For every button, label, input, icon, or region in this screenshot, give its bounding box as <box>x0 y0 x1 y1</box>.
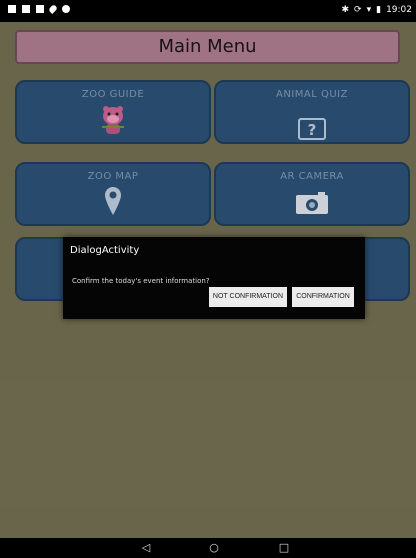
navigation-bar: ◁ ○ □ <box>0 538 416 558</box>
bluetooth-icon: ✱ <box>341 5 350 15</box>
wifi-icon: ▾ <box>366 5 372 15</box>
status-bar: ✱ ⟳ ▾ ▮ 19:02 <box>0 0 416 22</box>
recents-icon[interactable]: □ <box>278 542 290 554</box>
home-icon[interactable]: ○ <box>208 542 220 554</box>
notification-icon <box>8 5 16 13</box>
not-confirmation-button[interactable]: NOT CONFIRMATION <box>209 287 287 307</box>
dialog-message: Confirm the today's event information? <box>72 277 210 285</box>
image-icon <box>22 5 30 13</box>
sim-icon <box>36 5 44 13</box>
confirmation-button[interactable]: CONFIRMATION <box>292 287 354 307</box>
sync-icon: ⟳ <box>354 5 362 15</box>
back-icon[interactable]: ◁ <box>140 542 152 554</box>
location-icon <box>48 4 58 14</box>
confirm-dialog: DialogActivity Confirm the today's event… <box>63 237 365 319</box>
battery-icon: ▮ <box>376 5 382 15</box>
clock: 19:02 <box>386 5 412 15</box>
dialog-title: DialogActivity <box>70 245 140 256</box>
android-icon <box>62 5 70 13</box>
